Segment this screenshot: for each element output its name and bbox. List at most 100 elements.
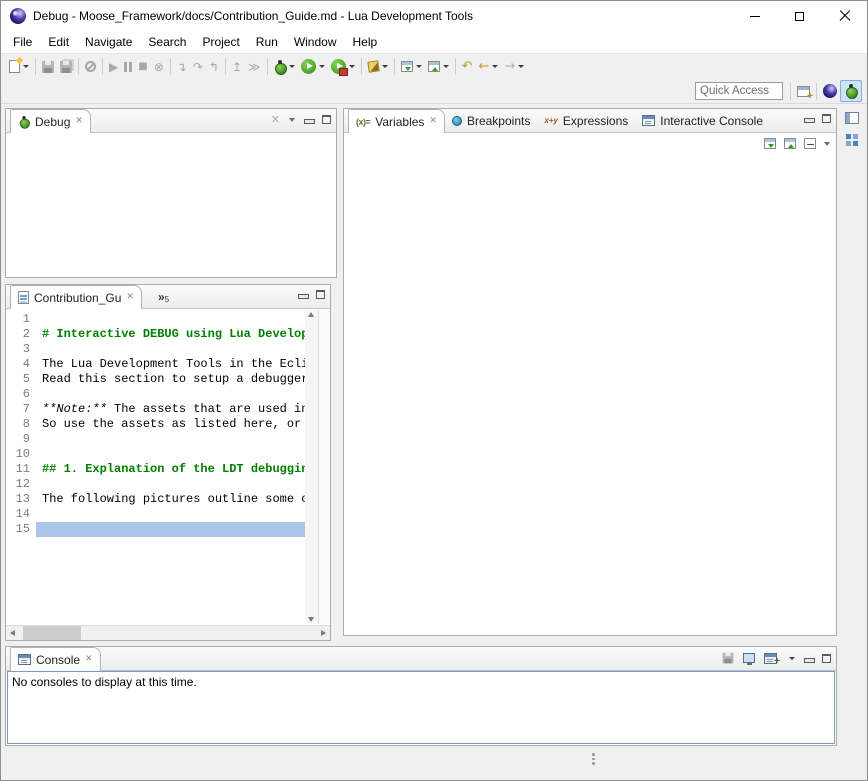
tab-interactive-console[interactable]: Interactive Console: [635, 109, 770, 132]
disconnect-button[interactable]: ⊗: [151, 56, 167, 78]
code-line[interactable]: [36, 477, 305, 492]
pin-console-icon[interactable]: [723, 653, 734, 664]
scroll-up-icon[interactable]: [308, 312, 314, 317]
dropdown-caret-icon[interactable]: [789, 657, 795, 660]
maximize-view-icon[interactable]: [316, 290, 325, 299]
resume-button[interactable]: ▶: [106, 56, 121, 78]
code-line[interactable]: [36, 522, 305, 537]
view-menu-icon[interactable]: [824, 142, 830, 146]
code-line[interactable]: So use the assets as listed here, or: [36, 417, 305, 432]
perspective-grid-icon[interactable]: [846, 134, 859, 147]
step-over-button[interactable]: ↷: [190, 56, 206, 78]
menu-edit[interactable]: Edit: [40, 32, 77, 52]
minimize-view-icon[interactable]: [804, 654, 813, 663]
console-message-area[interactable]: No consoles to display at this time.: [7, 671, 835, 744]
code-line[interactable]: [36, 447, 305, 462]
close-icon[interactable]: ✕: [75, 117, 83, 126]
previous-annotation-button[interactable]: [425, 56, 452, 78]
forward-button[interactable]: →: [501, 56, 527, 78]
code-line[interactable]: ## 1. Explanation of the LDT debuggin: [36, 462, 305, 477]
tab-console[interactable]: Console ✕: [10, 647, 101, 671]
display-selected-console-icon[interactable]: [743, 653, 755, 663]
close-icon[interactable]: ✕: [429, 117, 437, 126]
back-button[interactable]: ←: [475, 56, 501, 78]
console-message: No consoles to display at this time.: [12, 675, 197, 689]
editor-line: 6: [6, 387, 305, 402]
editor-text-area[interactable]: 1 2# Interactive DEBUG using Lua Develop…: [6, 309, 330, 625]
close-icon[interactable]: ✕: [85, 655, 93, 664]
main-toolbar: ▶ ■ ⊗ ↴ ↷ ↰ ↥ ≫ ↶ ← →: [1, 53, 867, 79]
variables-view-content[interactable]: [344, 133, 836, 635]
vertical-scrollbar[interactable]: [305, 310, 318, 624]
save-button[interactable]: [39, 56, 57, 78]
menu-project[interactable]: Project: [194, 32, 247, 52]
code-line[interactable]: # Interactive DEBUG using Lua Develop: [36, 327, 305, 342]
run-button[interactable]: [298, 56, 328, 78]
maximize-view-icon[interactable]: [322, 115, 331, 124]
last-edit-location-button[interactable]: ↶: [459, 56, 476, 78]
tab-contribution-guide[interactable]: Contribution_Gu ✕: [10, 285, 142, 309]
open-console-icon[interactable]: +: [764, 653, 777, 664]
scroll-down-icon[interactable]: [308, 617, 314, 622]
horizontal-scrollbar[interactable]: [6, 625, 330, 640]
code-line[interactable]: [36, 342, 305, 357]
code-line[interactable]: [36, 387, 305, 402]
maximize-window-button[interactable]: [777, 1, 822, 31]
code-line[interactable]: [36, 312, 305, 327]
debug-perspective-button[interactable]: [840, 80, 862, 102]
collapse-all-icon[interactable]: [804, 138, 816, 149]
minimize-view-icon[interactable]: [298, 290, 307, 299]
menu-file[interactable]: File: [5, 32, 40, 52]
toolbar-separator: [816, 83, 817, 100]
menu-search[interactable]: Search: [140, 32, 194, 52]
mark-occurrences-button[interactable]: [365, 56, 391, 78]
close-window-button[interactable]: [822, 1, 867, 31]
tab-debug[interactable]: Debug ✕: [10, 109, 91, 133]
menu-help[interactable]: Help: [345, 32, 386, 52]
code-line[interactable]: [36, 432, 305, 447]
ldt-perspective-button[interactable]: [820, 80, 840, 102]
code-line[interactable]: [36, 507, 305, 522]
external-tools-button[interactable]: [328, 56, 358, 78]
debug-view-content[interactable]: [6, 133, 336, 277]
menu-run[interactable]: Run: [248, 32, 286, 52]
show-logical-structure-icon[interactable]: [764, 138, 776, 149]
step-return-button[interactable]: ↰: [206, 56, 222, 78]
code-line[interactable]: The following pictures outline some o: [36, 492, 305, 507]
code-line[interactable]: The Lua Development Tools in the Ecli: [36, 357, 305, 372]
next-annotation-button[interactable]: [398, 56, 425, 78]
debug-button[interactable]: [271, 56, 298, 78]
terminate-button[interactable]: ■: [135, 56, 150, 78]
open-perspective-button[interactable]: [794, 80, 813, 102]
scrollbar-thumb[interactable]: [23, 626, 81, 640]
sash-grip[interactable]: [592, 753, 595, 765]
new-button[interactable]: [6, 56, 32, 78]
remove-terminated-icon[interactable]: ✕: [271, 114, 280, 125]
scroll-left-icon[interactable]: [10, 630, 15, 636]
minimize-view-icon[interactable]: [304, 115, 313, 124]
maximize-view-icon[interactable]: [822, 654, 831, 663]
view-menu-icon[interactable]: [289, 118, 295, 122]
drop-to-frame-button[interactable]: ↥: [229, 56, 245, 78]
suspend-button[interactable]: [121, 56, 135, 78]
menu-window[interactable]: Window: [286, 32, 345, 52]
save-all-button[interactable]: [57, 56, 75, 78]
close-icon[interactable]: ✕: [126, 293, 134, 302]
step-into-button[interactable]: ↴: [174, 56, 190, 78]
tab-expressions[interactable]: x+y Expressions: [537, 109, 635, 132]
maximize-view-icon[interactable]: [822, 114, 831, 123]
hidden-editors-chevron[interactable]: » 5: [158, 290, 169, 308]
tab-breakpoints[interactable]: Breakpoints: [445, 109, 537, 132]
code-line[interactable]: **Note:** The assets that are used in: [36, 402, 305, 417]
show-columns-icon[interactable]: [784, 138, 796, 149]
menu-navigate[interactable]: Navigate: [77, 32, 140, 52]
quick-access-input[interactable]: Quick Access: [695, 82, 783, 100]
minimize-view-icon[interactable]: [804, 114, 813, 123]
tab-variables[interactable]: (x)= Variables ✕: [348, 109, 445, 133]
code-line[interactable]: Read this section to setup a debugger: [36, 372, 305, 387]
scroll-right-icon[interactable]: [321, 630, 326, 636]
skip-all-breakpoints-button[interactable]: [82, 56, 99, 78]
minimize-window-button[interactable]: [732, 1, 777, 31]
restore-view-icon[interactable]: [845, 112, 859, 124]
use-step-filters-button[interactable]: ≫: [245, 56, 264, 78]
